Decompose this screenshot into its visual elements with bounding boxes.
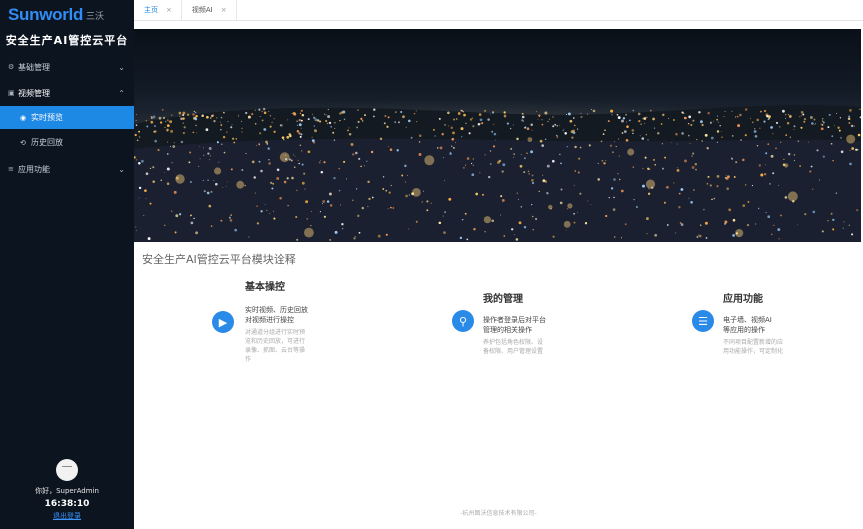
- user-pin-icon: ⚲: [452, 310, 474, 332]
- sidebar-subitem-label: 历史回放: [31, 138, 63, 147]
- chevron-down-icon: ⌄: [118, 164, 125, 174]
- clock: 16:38:10: [44, 499, 90, 509]
- sidebar-subitem-live-preview[interactable]: ◉ 实时预览: [0, 106, 134, 129]
- brand-logo: Sunworld 三沃: [0, 0, 134, 30]
- module-card-app-functions: 应用功能 ☰ 电子墙、视频AI 等应用的操作 不同项目配置新增的应 用功能操作，…: [692, 290, 802, 370]
- close-icon[interactable]: ×: [166, 6, 172, 14]
- card-description: 对通道分组进行实时预 览和历史回放，可进行 录像、抓图、云台等操 作: [245, 328, 305, 364]
- card-text: 操作者登录后对平台 管理的相关操作: [483, 315, 546, 335]
- chevron-down-icon: ⌄: [118, 62, 125, 72]
- settings-icon: ⚙: [8, 63, 15, 71]
- tab-bar: 主页 × 视频AI ×: [134, 0, 863, 21]
- avatar[interactable]: [56, 459, 78, 481]
- card-heading: 应用功能: [723, 294, 763, 305]
- sidebar-item-label: 基础管理: [18, 62, 50, 72]
- card-text: 电子墙、视频AI 等应用的操作: [723, 315, 772, 335]
- card-desc-line: 作: [245, 356, 252, 363]
- tab-label: 主页: [144, 6, 158, 14]
- card-desc-line: 览和历史回放，可进行: [245, 338, 306, 345]
- sidebar-item-basic-management[interactable]: ⚙ 基础管理 ⌄: [0, 54, 134, 80]
- card-desc-line: 备权限、用户管理设置: [483, 348, 544, 355]
- section-title: 安全生产AI管控云平台模块诠释: [142, 253, 296, 266]
- card-line: 对视频进行操控: [245, 316, 294, 324]
- user-greeting: 你好，SuperAdmin: [35, 487, 99, 495]
- video-icon: ▣: [8, 89, 15, 97]
- card-line: 电子墙、视频AI: [723, 316, 772, 324]
- module-card-my-management: 我的管理 ⚲ 操作者登录后对平台 管理的相关操作 养护包括角色权限、设 备权限、…: [452, 290, 562, 370]
- camera-icon: ◉: [20, 113, 27, 122]
- tab-label: 视频AI: [191, 6, 213, 14]
- video-play-icon: ▶: [212, 311, 234, 333]
- tab-video-ai[interactable]: 视频AI ×: [182, 0, 237, 20]
- card-line: 实时视频、历史回放: [245, 306, 308, 314]
- list-icon: ≡: [8, 165, 14, 173]
- sidebar-subitem-history-playback[interactable]: ⟲ 历史回放: [0, 129, 134, 156]
- city-lights-graphic: [134, 105, 861, 242]
- sidebar-item-label: 应用功能: [18, 164, 50, 174]
- card-description: 养护包括角色权限、设 备权限、用户管理设置: [483, 338, 543, 356]
- card-desc-line: 养护包括角色权限、设: [483, 339, 544, 346]
- card-line: 操作者登录后对平台: [483, 316, 546, 324]
- footer-copyright: -杭州图沃信息技术有限公司-: [460, 510, 537, 517]
- platform-title: 安全生产AI管控云平台: [5, 34, 129, 47]
- logo-subtext: 三沃: [86, 11, 105, 22]
- card-description: 不同项目配置新增的应 用功能操作，可定制化: [723, 338, 783, 356]
- sidebar-item-label: 视频管理: [18, 88, 50, 98]
- card-desc-line: 录像、抓图、云台等操: [245, 347, 306, 354]
- card-desc-line: 不同项目配置新增的应: [723, 339, 784, 346]
- card-desc-line: 对通道分组进行实时预: [245, 329, 306, 336]
- menu-icon: ☰: [692, 310, 714, 332]
- tab-home[interactable]: 主页 ×: [134, 0, 182, 20]
- banner-image: [134, 29, 861, 242]
- sidebar-menu: ⚙ 基础管理 ⌄ ▣ 视频管理 ⌃ ◉ 实时预览 ⟲ 历史回放 ≡ 应用功能 ⌄: [0, 54, 134, 182]
- history-icon: ⟲: [20, 138, 26, 147]
- module-card-basic-control: 基本操控 ▶ 实时视频、历史回放 对视频进行操控 对通道分组进行实时预 览和历史…: [212, 278, 322, 373]
- user-panel: 你好，SuperAdmin 16:38:10 退出登录: [0, 459, 134, 529]
- card-line: 等应用的操作: [723, 326, 765, 334]
- card-line: 管理的相关操作: [483, 326, 532, 334]
- card-heading: 我的管理: [483, 294, 523, 305]
- chevron-up-icon: ⌃: [118, 88, 125, 98]
- card-text: 实时视频、历史回放 对视频进行操控: [245, 305, 308, 325]
- card-heading: 基本操控: [245, 282, 285, 293]
- card-desc-line: 用功能操作，可定制化: [723, 348, 784, 355]
- sidebar-item-video-management[interactable]: ▣ 视频管理 ⌃: [0, 80, 134, 106]
- logout-link[interactable]: 退出登录: [0, 511, 134, 521]
- sidebar-subitem-label: 实时预览: [31, 113, 63, 122]
- sidebar: Sunworld 三沃 安全生产AI管控云平台 ⚙ 基础管理 ⌄ ▣ 视频管理 …: [0, 0, 134, 529]
- logo-text: Sunworld: [8, 5, 84, 24]
- sidebar-item-app-functions[interactable]: ≡ 应用功能 ⌄: [0, 156, 134, 182]
- close-icon[interactable]: ×: [221, 6, 227, 14]
